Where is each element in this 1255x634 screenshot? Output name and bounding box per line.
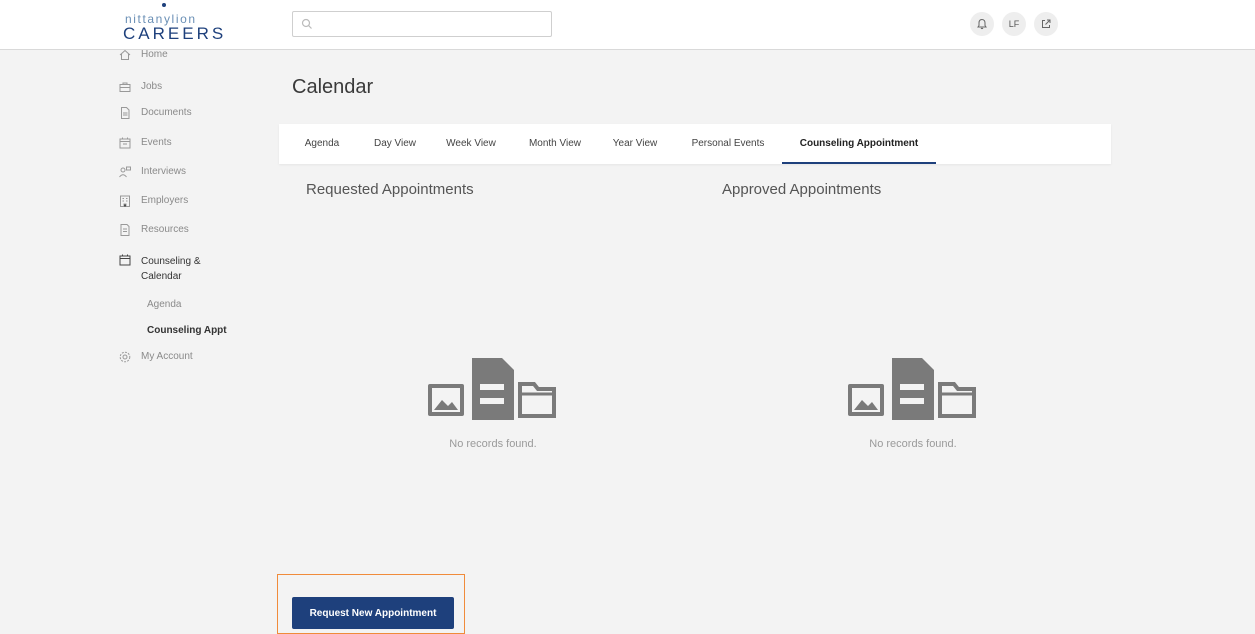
requested-appointments-title: Requested Appointments [306,181,474,198]
home-icon [119,49,131,60]
calendar-icon [119,254,131,266]
sidebar-item-interviews[interactable]: Interviews [118,166,186,179]
gear-icon [119,351,131,363]
sidebar-item-my-account[interactable]: My Account [118,351,193,364]
sidebar-item-jobs[interactable]: Jobs [118,81,162,94]
sidebar-item-label: Interviews [141,166,187,177]
requested-empty-text: No records found. [449,438,537,450]
search-input[interactable] [292,11,552,37]
bell-icon [977,18,987,30]
sidebar-item-events[interactable]: Events [118,137,172,150]
logo-dot [162,3,166,7]
sidebar-item-home[interactable]: Home [118,49,168,62]
sidebar-item-label: Jobs [141,81,163,92]
tab-counseling-appointment[interactable]: Counseling Appointment [782,124,936,164]
people-icon [119,166,131,178]
calendar-tab-bar: Agenda Day View Week View Month View Yea… [279,124,1111,164]
tab-month-view[interactable]: Month View [519,124,591,164]
external-link-button[interactable] [1034,12,1058,36]
search-icon [301,18,312,29]
sidebar-item-label: Events [141,137,172,148]
sidebar-item-label: Documents [141,107,192,118]
empty-records-icon [428,358,556,420]
sidebar-item-label: Resources [141,224,189,235]
calendar-icon [119,137,131,149]
sidebar-item-label: Home [141,49,168,60]
top-bar: nittanylion CAREERS LF [0,0,1255,50]
tab-week-view[interactable]: Week View [437,124,505,164]
page-title: Calendar [292,76,374,98]
tab-personal-events[interactable]: Personal Events [681,124,775,164]
logo-line2: CAREERS [123,24,227,43]
tab-day-view[interactable]: Day View [365,124,425,164]
sidebar-item-employers[interactable]: Employers [118,195,188,208]
user-initials: LF [1008,19,1020,29]
external-link-icon [1042,19,1051,28]
tab-agenda[interactable]: Agenda [292,124,352,164]
approved-empty-state: No records found. [823,354,1003,450]
notifications-button[interactable] [970,12,994,36]
sidebar-item-label: Employers [141,195,189,206]
tab-year-view[interactable]: Year View [604,124,666,164]
logo[interactable]: nittanylion CAREERS [123,3,233,46]
approved-appointments-title: Approved Appointments [722,181,882,198]
request-button-highlight: Request New Appointment [277,574,465,634]
sidebar-item-counseling-calendar[interactable]: Counseling & Calendar [118,254,228,284]
request-new-appointment-button[interactable]: Request New Appointment [292,597,454,629]
sidebar-item-label: My Account [141,351,193,362]
approved-empty-text: No records found. [869,438,957,450]
sidebar-item-resources[interactable]: Resources [118,224,189,237]
sidebar-subitem-agenda[interactable]: Agenda [147,299,181,310]
empty-records-icon [848,358,976,420]
building-icon [120,195,130,207]
sidebar-item-label: Counseling & Calendar [141,256,201,282]
sidebar-item-documents[interactable]: Documents [118,107,192,120]
requested-empty-state: No records found. [403,354,583,450]
user-avatar-button[interactable]: LF [1002,12,1026,36]
book-icon [120,224,130,236]
sidebar-subitem-counseling-appt[interactable]: Counseling Appt [147,325,227,336]
document-icon [121,107,130,119]
briefcase-icon [119,82,131,92]
